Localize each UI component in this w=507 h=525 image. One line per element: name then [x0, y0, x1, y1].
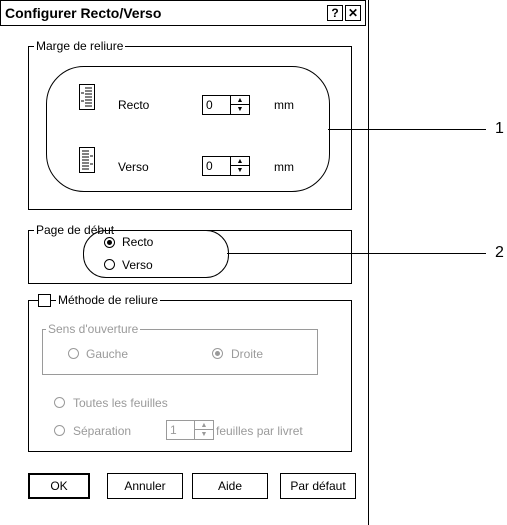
- opening-right-radio[interactable]: [212, 348, 223, 359]
- separation-radio[interactable]: [54, 425, 65, 436]
- callout-leader-1: [328, 129, 486, 130]
- ok-button[interactable]: OK: [28, 473, 90, 499]
- callout-outline-2: [83, 230, 229, 278]
- close-button[interactable]: ✕: [345, 5, 361, 21]
- help-button[interactable]: Aide: [192, 473, 268, 499]
- all-sheets-label[interactable]: Toutes les feuilles: [73, 396, 168, 410]
- binding-method-label[interactable]: Méthode de reliure: [56, 293, 161, 307]
- opening-left-radio[interactable]: [68, 348, 79, 359]
- separation-suffix: feuilles par livret: [216, 424, 303, 438]
- start-recto-radio[interactable]: [104, 237, 115, 248]
- help-title-button[interactable]: ?: [327, 5, 343, 21]
- opening-right-label[interactable]: Droite: [231, 347, 263, 361]
- start-recto-label[interactable]: Recto: [122, 235, 153, 249]
- separation-label[interactable]: Séparation: [73, 424, 131, 438]
- start-verso-label[interactable]: Verso: [122, 258, 153, 272]
- callout-number-2: 2: [495, 244, 504, 261]
- window-title: Configurer Recto/Verso: [5, 5, 162, 21]
- callout-number-1: 1: [495, 120, 504, 137]
- start-verso-radio[interactable]: [104, 259, 115, 270]
- spin-down-icon[interactable]: ▼: [195, 430, 213, 439]
- callout-outline-1: [46, 66, 330, 192]
- binding-margin-legend: Marge de reliure: [34, 39, 126, 53]
- callout-leader-2: [227, 253, 486, 254]
- opening-left-label[interactable]: Gauche: [86, 347, 128, 361]
- cancel-button[interactable]: Annuler: [107, 473, 183, 499]
- spin-up-icon[interactable]: ▲: [195, 421, 213, 430]
- title-bar: Configurer Recto/Verso ? ✕: [0, 0, 366, 26]
- all-sheets-radio[interactable]: [54, 397, 65, 408]
- default-button[interactable]: Par défaut: [280, 473, 356, 499]
- duplex-settings-dialog: Configurer Recto/Verso ? ✕ Marge de reli…: [0, 0, 369, 525]
- separation-value[interactable]: 1: [170, 423, 177, 437]
- binding-method-checkbox[interactable]: [38, 294, 51, 307]
- opening-direction-legend: Sens d'ouverture: [46, 322, 141, 336]
- separation-spinner[interactable]: 1 ▲ ▼: [166, 420, 214, 440]
